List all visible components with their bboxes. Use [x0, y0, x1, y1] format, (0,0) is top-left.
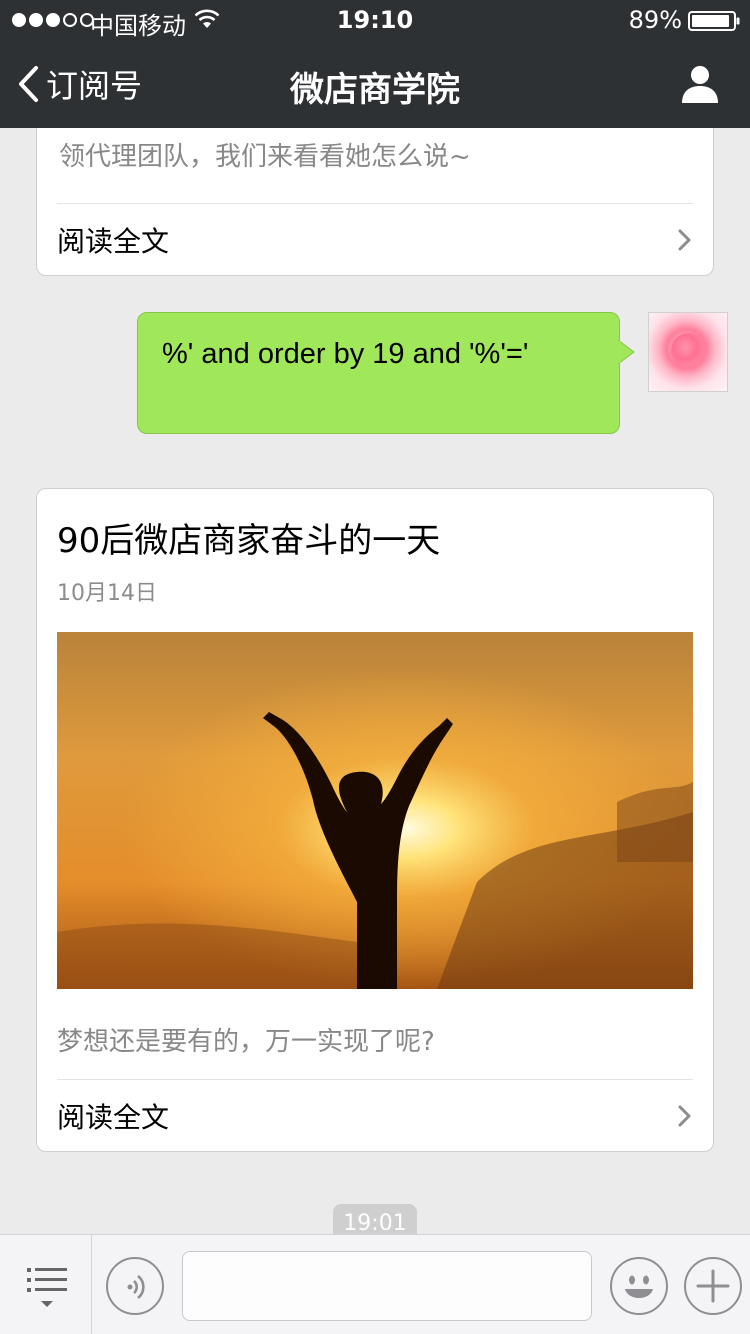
article-card[interactable]: 90后微店商家奋斗的一天 10月14日 梦想还是要有的，万一实现了呢? 阅读全文: [36, 488, 714, 1152]
header: 中国移动 19:10 89% 订阅号 微店商学院: [0, 0, 750, 128]
menu-list-icon: [27, 1268, 67, 1307]
emoji-button[interactable]: [610, 1257, 668, 1315]
message-timestamp: 19:01: [333, 1204, 417, 1234]
status-bar: 中国移动 19:10 89%: [0, 0, 750, 40]
chevron-right-icon: [678, 229, 691, 250]
user-avatar[interactable]: [648, 312, 728, 392]
chevron-right-icon: [678, 1105, 691, 1126]
message-input[interactable]: [182, 1251, 592, 1321]
article-title: 90后微店商家奋斗的一天: [57, 521, 441, 561]
voice-icon: [127, 1274, 145, 1300]
sent-message-bubble[interactable]: %' and order by 19 and '%'=': [137, 312, 620, 434]
read-more-link[interactable]: 阅读全文: [57, 1079, 693, 1151]
profile-icon[interactable]: [680, 64, 720, 104]
nav-bar: 订阅号 微店商学院: [0, 40, 750, 128]
article-description: 梦想还是要有的，万一实现了呢?: [57, 1027, 435, 1057]
menu-button[interactable]: [0, 1235, 92, 1334]
read-more-label: 阅读全文: [57, 1100, 170, 1134]
bubble-tail: [618, 340, 635, 364]
battery-percent: 89%: [628, 6, 682, 34]
more-button[interactable]: [684, 1257, 742, 1315]
input-toolbar: [0, 1234, 750, 1334]
article-date: 10月14日: [57, 581, 157, 606]
plus-icon: [696, 1269, 730, 1303]
article-summary: 80后宝妈讲述如何从一个微商新手，到现在可以独立带领代理团队，我们来看看她怎么说…: [59, 128, 690, 172]
read-more-link[interactable]: 阅读全文: [57, 203, 693, 275]
voice-button[interactable]: [106, 1257, 164, 1315]
article-cover-image: [57, 632, 693, 989]
page-title: 微店商学院: [290, 70, 460, 110]
emoji-icon: [625, 1275, 653, 1298]
article-card-previous[interactable]: 80后宝妈讲述如何从一个微商新手，到现在可以独立带领代理团队，我们来看看她怎么说…: [36, 128, 714, 276]
chat-area[interactable]: 80后宝妈讲述如何从一个微商新手，到现在可以独立带领代理团队，我们来看看她怎么说…: [0, 128, 750, 1234]
battery-icon: [688, 11, 740, 31]
read-more-label: 阅读全文: [57, 224, 170, 258]
